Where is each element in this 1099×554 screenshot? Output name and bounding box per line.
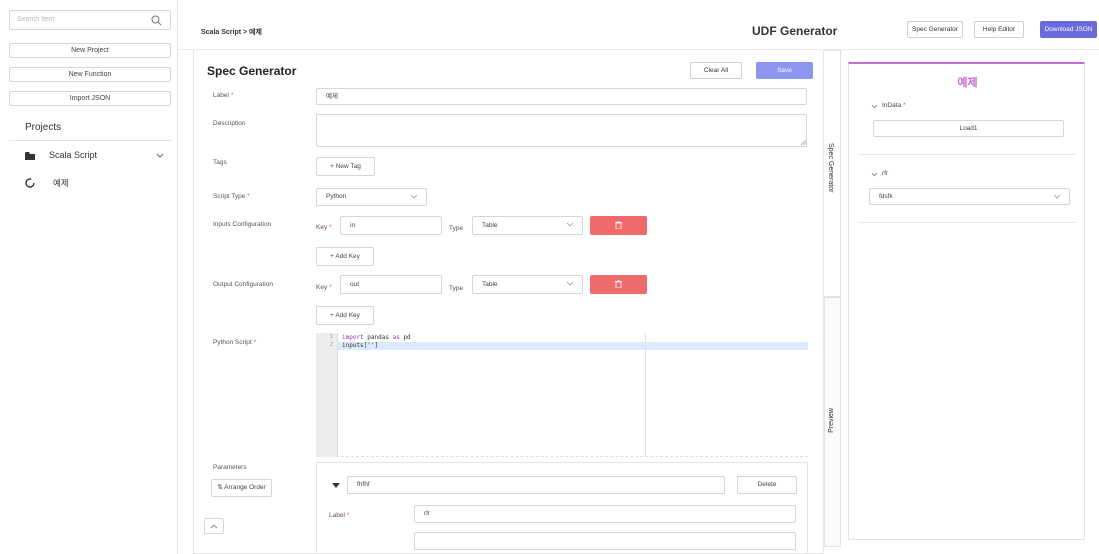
code-line-2: inputs[''] bbox=[342, 342, 379, 349]
tab-preview[interactable]: Preview bbox=[824, 297, 841, 547]
divider bbox=[9, 140, 171, 141]
rfr-select[interactable]: fdsfk bbox=[869, 188, 1070, 205]
spec-title: Spec Generator bbox=[207, 64, 297, 78]
spec-generator-panel: Spec Generator Clear All Save Label * 예제 … bbox=[193, 50, 824, 554]
code-editor[interactable]: 1 2 import pandas as pd inputs[''] bbox=[316, 333, 808, 457]
delete-output-button[interactable] bbox=[590, 275, 647, 294]
sidebar: Search Item New Project New Function Imp… bbox=[0, 0, 178, 554]
indata-field[interactable]: Load1 bbox=[873, 120, 1064, 137]
download-json-button[interactable]: Download JSON bbox=[1040, 21, 1097, 38]
loading-circle-icon bbox=[25, 178, 35, 188]
inputs-configuration-label: Inputs Configuration bbox=[213, 221, 272, 228]
search-placeholder: Search Item bbox=[17, 16, 55, 23]
item-label: 예제 bbox=[53, 178, 69, 188]
code-line-1: import pandas as pd bbox=[342, 334, 411, 341]
new-project-button[interactable]: New Project bbox=[9, 43, 171, 58]
output-configuration-label: Output Configuration bbox=[213, 281, 273, 288]
indata-label: InData * bbox=[882, 102, 906, 109]
parameter-extra-input[interactable] bbox=[414, 532, 796, 550]
arrange-order-button[interactable]: ⇅ Arrange Order bbox=[211, 479, 272, 497]
parameter-name-input[interactable]: fhfhf bbox=[347, 476, 725, 494]
chevron-up-icon bbox=[210, 524, 218, 529]
output-key-label: Key * bbox=[316, 284, 332, 291]
save-button[interactable]: Save bbox=[756, 62, 813, 79]
folder-icon bbox=[25, 152, 35, 160]
preview-title: 예제 bbox=[957, 77, 978, 89]
add-input-key-button[interactable]: + Add Key bbox=[316, 247, 374, 266]
parameter-label-input[interactable]: rfr bbox=[414, 505, 796, 523]
output-key-field[interactable]: out bbox=[340, 275, 442, 294]
caret-down-icon[interactable] bbox=[332, 483, 340, 489]
chevron-down-icon bbox=[566, 222, 574, 227]
chevron-down-icon bbox=[871, 172, 878, 177]
tab-spec-generator-label: Spec Generator bbox=[827, 143, 834, 193]
trash-icon bbox=[615, 280, 622, 288]
divider bbox=[859, 222, 1076, 223]
line-number-gutter: 1 2 bbox=[316, 333, 338, 457]
input-type-select[interactable]: Table bbox=[472, 216, 583, 235]
script-type-select[interactable]: Python bbox=[316, 188, 427, 206]
clear-all-button[interactable]: Clear All bbox=[690, 62, 742, 79]
output-type-select[interactable]: Table bbox=[472, 275, 583, 294]
print-margin bbox=[645, 333, 646, 457]
resize-handle-icon[interactable] bbox=[801, 140, 806, 145]
project-folder-scala-script[interactable]: Scala Script bbox=[25, 150, 171, 163]
project-item-example[interactable]: 예제 bbox=[25, 177, 171, 190]
description-textarea[interactable] bbox=[316, 114, 807, 147]
trash-icon bbox=[615, 221, 622, 229]
script-type-value: Python bbox=[326, 193, 347, 200]
scroll-top-button[interactable] bbox=[204, 518, 224, 534]
active-line-highlight bbox=[338, 342, 808, 350]
line-number: 1 bbox=[329, 334, 333, 340]
folder-label: Scala Script bbox=[49, 150, 98, 160]
breadcrumb: Scala Script > 예제 bbox=[201, 29, 262, 36]
input-key-label: Key * bbox=[316, 224, 332, 231]
chevron-down-icon bbox=[410, 194, 418, 199]
parameter-card: fhfhf Delete Label * rfr bbox=[316, 462, 808, 554]
output-type-label: Type bbox=[449, 285, 464, 292]
input-key-field[interactable]: in bbox=[340, 216, 442, 235]
preview-panel: 예제 InData * Load1 rfr fdsfk bbox=[848, 62, 1085, 540]
output-type-value: Table bbox=[482, 281, 498, 288]
chevron-down-icon bbox=[1053, 194, 1061, 199]
header: Scala Script > 예제 UDF Generator Spec Gen… bbox=[178, 0, 1099, 50]
label-input[interactable]: 예제 bbox=[316, 88, 807, 105]
tab-preview-label: Preview bbox=[828, 408, 835, 433]
search-input[interactable]: Search Item bbox=[9, 10, 171, 30]
input-type-label: Type bbox=[449, 225, 464, 232]
page-title: UDF Generator bbox=[752, 24, 838, 38]
new-tag-button[interactable]: + New Tag bbox=[316, 157, 375, 176]
new-function-button[interactable]: New Function bbox=[9, 67, 171, 82]
tags-label: Tags bbox=[213, 159, 227, 166]
help-editor-button[interactable]: Help Editor bbox=[974, 21, 1024, 38]
chevron-down-icon bbox=[566, 281, 574, 286]
description-label: Description bbox=[213, 120, 246, 127]
divider bbox=[859, 154, 1076, 155]
parameter-label-label: Label * bbox=[329, 512, 350, 519]
delete-input-button[interactable] bbox=[590, 216, 647, 235]
rfr-value: fdsfk bbox=[879, 193, 893, 200]
parameters-label: Parameters bbox=[213, 464, 247, 471]
chevron-down-icon bbox=[871, 104, 878, 109]
line-number: 2 bbox=[329, 342, 333, 348]
chevron-down-icon[interactable] bbox=[156, 153, 164, 159]
delete-parameter-button[interactable]: Delete bbox=[737, 476, 797, 494]
add-output-key-button[interactable]: + Add Key bbox=[316, 306, 374, 325]
input-type-value: Table bbox=[482, 222, 498, 229]
python-script-label: Python Script * bbox=[213, 339, 257, 346]
script-type-label: Script Type * bbox=[213, 193, 250, 200]
spec-generator-button[interactable]: Spec Generator bbox=[907, 21, 963, 38]
label-field-label: Label * bbox=[213, 92, 234, 99]
import-json-button[interactable]: Import JSON bbox=[9, 91, 171, 106]
tab-spec-generator[interactable]: Spec Generator bbox=[824, 50, 841, 297]
rfr-label: rfr bbox=[882, 170, 889, 177]
projects-title: Projects bbox=[25, 122, 62, 133]
search-icon[interactable] bbox=[151, 15, 162, 26]
